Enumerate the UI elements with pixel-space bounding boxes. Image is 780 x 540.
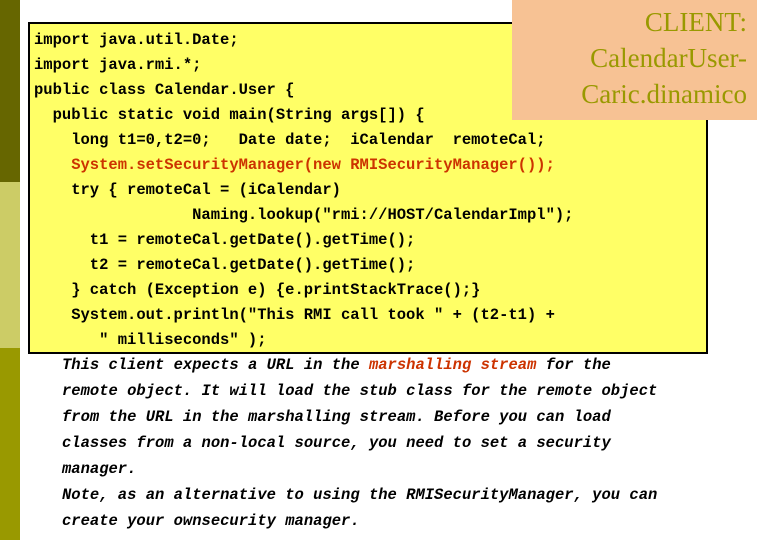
code-line-6: System.setSecurityManager(new RMISecurit… <box>34 156 555 174</box>
title-line-1: CLIENT: <box>644 7 747 37</box>
description-text: This client expects a URL in the <box>62 356 369 374</box>
title-line-3: Caric.dinamico <box>581 79 747 109</box>
code-line-5: long t1=0,t2=0; Date date; iCalendar rem… <box>34 131 546 149</box>
description-line-5: manager. <box>62 456 780 482</box>
description-text: Note, as an alternative to using the RMI… <box>62 486 658 504</box>
description-text: remote object. It will load the stub cla… <box>62 382 658 400</box>
description-text: create your ownsecurity manager. <box>62 512 360 530</box>
code-line-11: } catch (Exception e) {e.printStackTrace… <box>34 281 481 299</box>
code-line-8: Naming.lookup("rmi://HOST/CalendarImpl")… <box>34 206 574 224</box>
code-line-10: t2 = remoteCal.getDate().getTime(); <box>34 256 416 274</box>
code-line-7: try { remoteCal = (iCalendar) <box>34 181 341 199</box>
description-block: This client expects a URL in the marshal… <box>62 352 780 534</box>
description-line-3: from the URL in the marshalling stream. … <box>62 404 780 430</box>
left-bar-segment-top <box>0 0 20 182</box>
title-line-2: CalendarUser- <box>590 43 747 73</box>
left-decorative-bar <box>0 0 20 540</box>
code-line-13: " milliseconds" ); <box>34 331 267 349</box>
description-line-2: remote object. It will load the stub cla… <box>62 378 780 404</box>
left-bar-segment-middle <box>0 182 20 348</box>
description-text: from the URL in the marshalling stream. … <box>62 408 611 426</box>
description-text: manager. <box>62 460 137 478</box>
description-line-4: classes from a non-local source, you nee… <box>62 430 780 456</box>
description-line-1: This client expects a URL in the marshal… <box>62 352 780 378</box>
description-text: for the <box>536 356 611 374</box>
description-line-6: Note, as an alternative to using the RMI… <box>62 482 780 508</box>
left-bar-segment-bottom <box>0 348 20 540</box>
code-line-12: System.out.println("This RMI call took "… <box>34 306 555 324</box>
description-text: classes from a non-local source, you nee… <box>62 434 611 452</box>
description-line-7: create your ownsecurity manager. <box>62 508 780 534</box>
description-highlight: marshalling stream <box>368 356 537 374</box>
code-line-9: t1 = remoteCal.getDate().getTime(); <box>34 231 416 249</box>
title-callout-box: CLIENT: CalendarUser- Caric.dinamico <box>512 0 757 120</box>
